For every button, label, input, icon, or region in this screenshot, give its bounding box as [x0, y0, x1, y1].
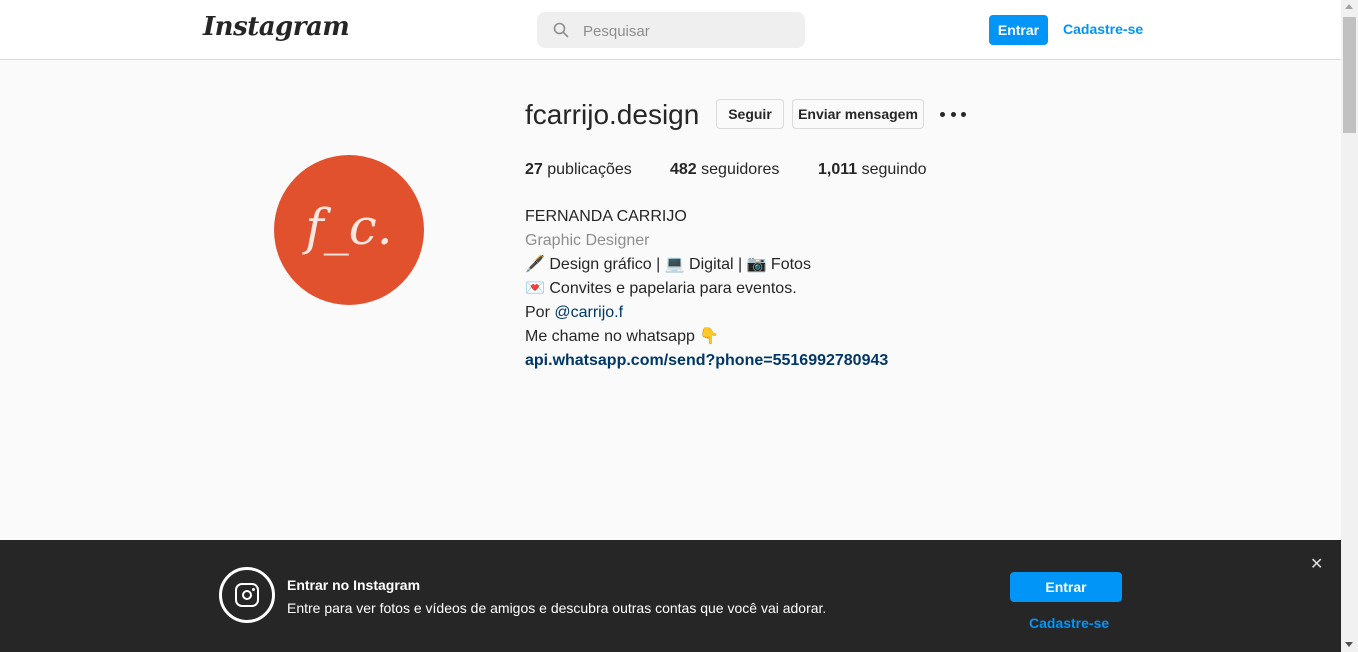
instagram-logo[interactable]: Instagram: [203, 12, 350, 42]
profile-bio: FERNANDA CARRIJO Graphic Designer 🖋️ Des…: [525, 205, 888, 373]
banner-signup-link[interactable]: Cadastre-se: [1029, 615, 1109, 631]
profile-avatar[interactable]: f_c.: [274, 155, 424, 305]
send-message-button[interactable]: Enviar mensagem: [792, 99, 924, 129]
banner-title: Entrar no Instagram: [287, 577, 421, 593]
camera-outline: [235, 583, 259, 607]
banner-text: Entre para ver fotos e vídeos de amigos …: [287, 600, 827, 616]
bio-line-whatsapp: Me chame no whatsapp 👇: [525, 328, 720, 345]
scroll-down-icon[interactable]: [1345, 642, 1353, 647]
camera-flash-dot: [252, 588, 255, 591]
following-stat[interactable]: 1,011 seguindo: [818, 161, 927, 179]
search-icon: [553, 22, 569, 38]
avatar-text: f_c.: [305, 198, 393, 256]
profile-full-name: FERNANDA CARRIJO: [525, 208, 687, 225]
search-input[interactable]: [581, 12, 795, 50]
camera-lens: [241, 589, 252, 600]
signup-link[interactable]: Cadastre-se: [1063, 21, 1143, 37]
login-banner: Entrar no Instagram Entre para ver fotos…: [0, 540, 1341, 652]
page-scrollbar[interactable]: [1341, 0, 1358, 652]
followers-count: 482: [670, 161, 697, 178]
close-icon[interactable]: ✕: [1310, 557, 1323, 573]
following-count: 1,011: [818, 161, 858, 178]
dot-icon: [940, 111, 945, 117]
bio-external-link[interactable]: api.whatsapp.com/send?phone=551699278094…: [525, 349, 888, 373]
posts-count: 27: [525, 161, 543, 178]
followers-label: seguidores: [696, 161, 780, 178]
bio-line-by: Por @carrijo.f: [525, 301, 888, 325]
banner-login-button[interactable]: Entrar: [1010, 572, 1122, 602]
scroll-up-icon[interactable]: [1345, 4, 1353, 9]
dot-icon: [950, 111, 956, 117]
login-button[interactable]: Entrar: [989, 15, 1048, 45]
posts-label: publicações: [542, 161, 632, 178]
follow-button[interactable]: Seguir: [716, 99, 784, 129]
scrollbar-thumb[interactable]: [1343, 17, 1356, 133]
following-label: seguindo: [857, 161, 927, 178]
instagram-glyph-icon: [219, 567, 275, 623]
more-options-icon[interactable]: [940, 106, 966, 122]
top-nav: Instagram Entrar Cadastre-se: [0, 0, 1341, 60]
profile-category: Graphic Designer: [525, 232, 650, 249]
bio-mention-link[interactable]: @carrijo.f: [554, 304, 623, 321]
posts-stat: 27 publicações: [525, 161, 632, 179]
profile-username: fcarrijo.design: [525, 99, 700, 130]
bio-line-services: 🖋️ Design gráfico | 💻 Digital | 📷 Fotos: [525, 256, 811, 273]
bio-line-invites: 💌 Convites e papelaria para eventos.: [525, 280, 797, 297]
bio-by-prefix: Por: [525, 304, 555, 321]
search-box[interactable]: [537, 12, 805, 50]
followers-stat[interactable]: 482 seguidores: [670, 161, 779, 179]
dot-icon: [961, 111, 966, 117]
